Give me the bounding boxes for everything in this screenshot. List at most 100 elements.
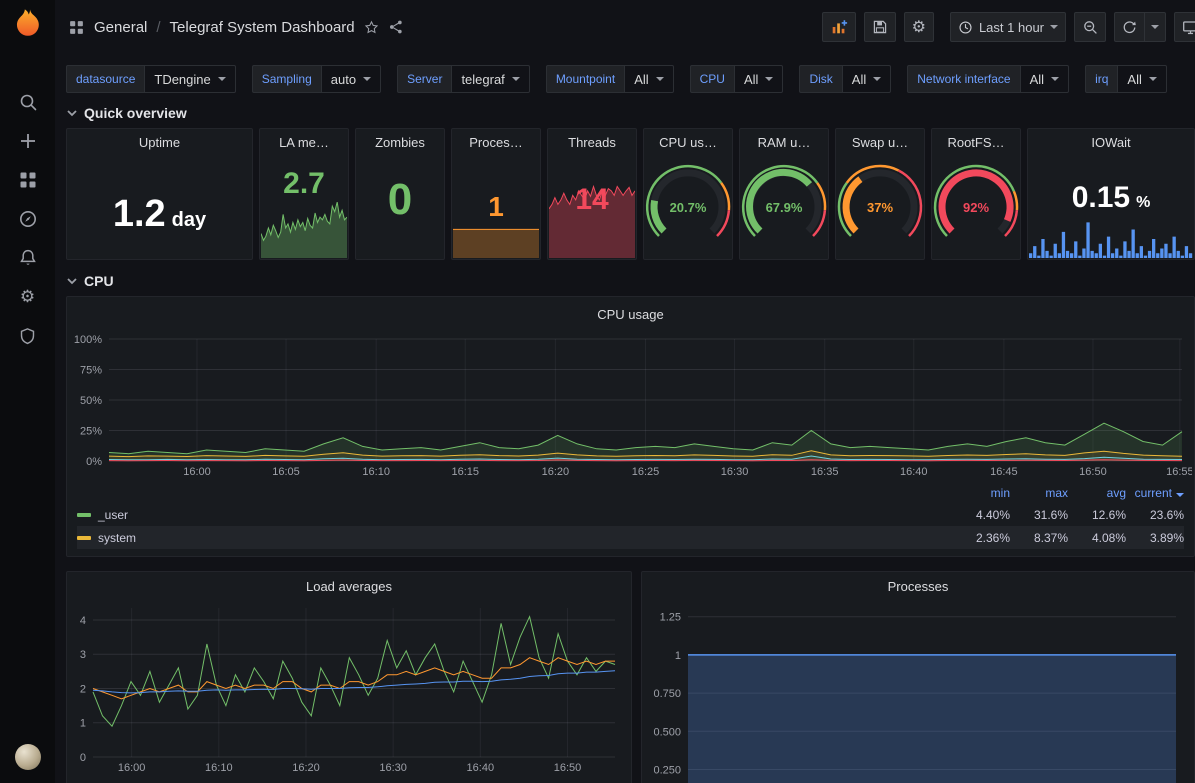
alerting-bell-icon[interactable] — [8, 241, 48, 275]
legend-min: 2.36% — [952, 531, 1010, 545]
dashboards-icon[interactable] — [8, 163, 48, 197]
star-icon[interactable] — [364, 20, 379, 35]
panel-title[interactable]: Load averages — [67, 572, 631, 600]
panel-title[interactable]: CPU usage — [67, 297, 1194, 331]
variable-value-dropdown[interactable]: auto — [321, 65, 381, 93]
svg-text:0.250: 0.250 — [653, 764, 681, 776]
time-range-label: Last 1 hour — [979, 20, 1044, 35]
refresh-button[interactable] — [1114, 12, 1144, 42]
svg-text:0.500: 0.500 — [653, 726, 681, 738]
panel-processes-stat: Proces… 1 — [451, 128, 541, 260]
panel-title[interactable]: Zombies — [356, 129, 444, 155]
variable-server: Server telegraf — [397, 65, 530, 93]
cpu-usage-chart[interactable]: 0%25%50%75%100%16:0016:0516:1016:1516:20… — [69, 331, 1192, 479]
series-toggle[interactable]: _user — [77, 508, 952, 522]
variable-value-dropdown[interactable]: All — [624, 65, 673, 93]
stat-value: 14 — [548, 183, 636, 217]
variable-label: Disk — [799, 65, 841, 93]
legend-current: 1.24% — [1126, 554, 1184, 558]
gear-icon: ⚙ — [912, 17, 926, 37]
panel-title[interactable]: Uptime — [67, 129, 252, 155]
create-plus-icon[interactable] — [8, 124, 48, 158]
stat-unit: day — [172, 209, 206, 232]
refresh-interval-dropdown[interactable] — [1144, 12, 1166, 42]
cycle-view-mode-button[interactable] — [1174, 12, 1195, 42]
user-avatar[interactable] — [15, 744, 41, 770]
series-swatch — [77, 536, 91, 540]
dashboard-settings-button[interactable]: ⚙ — [904, 12, 934, 42]
search-icon[interactable] — [8, 85, 48, 119]
chevron-down-icon — [363, 77, 371, 81]
legend-sort-min[interactable]: min — [952, 486, 1010, 500]
chevron-down-icon — [66, 275, 78, 287]
row-quick-overview[interactable]: Quick overview — [66, 102, 1195, 124]
series-toggle[interactable]: system — [77, 531, 952, 545]
row-cpu[interactable]: CPU — [66, 270, 1195, 292]
panel-title[interactable]: Processes — [642, 572, 1194, 600]
variable-value-dropdown[interactable]: All — [734, 65, 783, 93]
configuration-gear-icon[interactable]: ⚙ — [8, 280, 48, 314]
breadcrumb-folder[interactable]: General — [94, 19, 147, 36]
variable-value-dropdown[interactable]: All — [1117, 65, 1166, 93]
variable-value-dropdown[interactable]: telegraf — [451, 65, 529, 93]
panel-title[interactable]: Proces… — [452, 129, 540, 155]
panel-title[interactable]: Swap u… — [836, 129, 924, 155]
dashboard-content: datasource TDengine Sampling auto Server… — [55, 54, 1195, 783]
panel-processes: Processes 0.2500.5000.75011.25 — [641, 571, 1195, 783]
la-sparkline — [261, 196, 347, 258]
variable-label: Network interface — [907, 65, 1019, 93]
variable-value-dropdown[interactable]: All — [842, 65, 891, 93]
time-range-picker[interactable]: Last 1 hour — [950, 12, 1066, 42]
variable-datasource: datasource TDengine — [66, 65, 236, 93]
add-panel-button[interactable] — [822, 12, 856, 42]
panel-title[interactable]: RAM u… — [740, 129, 828, 155]
variable-value-dropdown[interactable]: TDengine — [144, 65, 235, 93]
svg-text:3: 3 — [80, 649, 86, 661]
save-icon — [872, 19, 888, 35]
series-toggle[interactable]: softirq — [77, 554, 952, 558]
svg-text:75%: 75% — [80, 365, 102, 377]
svg-text:92%: 92% — [963, 200, 989, 215]
share-icon[interactable] — [388, 19, 404, 35]
grafana-logo[interactable] — [12, 7, 44, 41]
legend-sort-avg[interactable]: avg — [1068, 486, 1126, 500]
panel-threads: Threads 14 — [547, 128, 637, 260]
variable-disk: Disk All — [799, 65, 891, 93]
panel-title[interactable]: CPU us… — [644, 129, 732, 155]
stat-value: 1.2 — [113, 193, 166, 236]
legend-sort-current[interactable]: current — [1126, 486, 1184, 500]
clock-icon — [958, 20, 973, 35]
panel-uptime: Uptime 1.2 day — [66, 128, 253, 260]
variable-irq: irq All — [1085, 65, 1167, 93]
section-title: Quick overview — [84, 105, 187, 121]
panel-title[interactable]: IOWait — [1028, 129, 1194, 155]
explore-compass-icon[interactable] — [8, 202, 48, 236]
template-variables-row: datasource TDengine Sampling auto Server… — [66, 62, 1195, 96]
server-admin-shield-icon[interactable] — [8, 319, 48, 353]
svg-text:16:10: 16:10 — [205, 762, 233, 774]
variable-value-dropdown[interactable]: All — [1020, 65, 1069, 93]
zoom-out-time-button[interactable] — [1074, 12, 1106, 42]
panel-title[interactable]: LA me… — [260, 129, 348, 155]
svg-text:50%: 50% — [80, 395, 102, 407]
legend-avg: 4.08% — [1068, 531, 1126, 545]
processes-chart[interactable]: 0.2500.5000.75011.25 — [644, 600, 1188, 783]
legend-row: _user 4.40% 31.6% 12.6% 23.6% — [77, 503, 1184, 526]
load-averages-chart[interactable]: 0123416:0016:1016:2016:3016:4016:50 — [69, 600, 625, 775]
svg-text:16:50: 16:50 — [1079, 466, 1107, 478]
variable-mountpoint: Mountpoint All — [546, 65, 674, 93]
stat-value: 2.7 — [260, 167, 348, 201]
panel-swap-gauge: Swap u… 37% — [835, 128, 925, 260]
legend-sort-max[interactable]: max — [1010, 486, 1068, 500]
series-swatch — [77, 513, 91, 517]
svg-text:16:25: 16:25 — [632, 466, 660, 478]
panel-iowait: IOWait 0.15 % — [1027, 128, 1195, 260]
panel-title[interactable]: RootFS… — [932, 129, 1020, 155]
variable-label: CPU — [690, 65, 734, 93]
svg-text:16:05: 16:05 — [272, 466, 300, 478]
sidebar: ⚙ — [0, 0, 55, 783]
save-dashboard-button[interactable] — [864, 12, 896, 42]
panel-title[interactable]: Threads — [548, 129, 636, 155]
breadcrumb-dashboard-title[interactable]: Telegraf System Dashboard — [170, 19, 355, 36]
stat-value: 0 — [388, 175, 412, 225]
